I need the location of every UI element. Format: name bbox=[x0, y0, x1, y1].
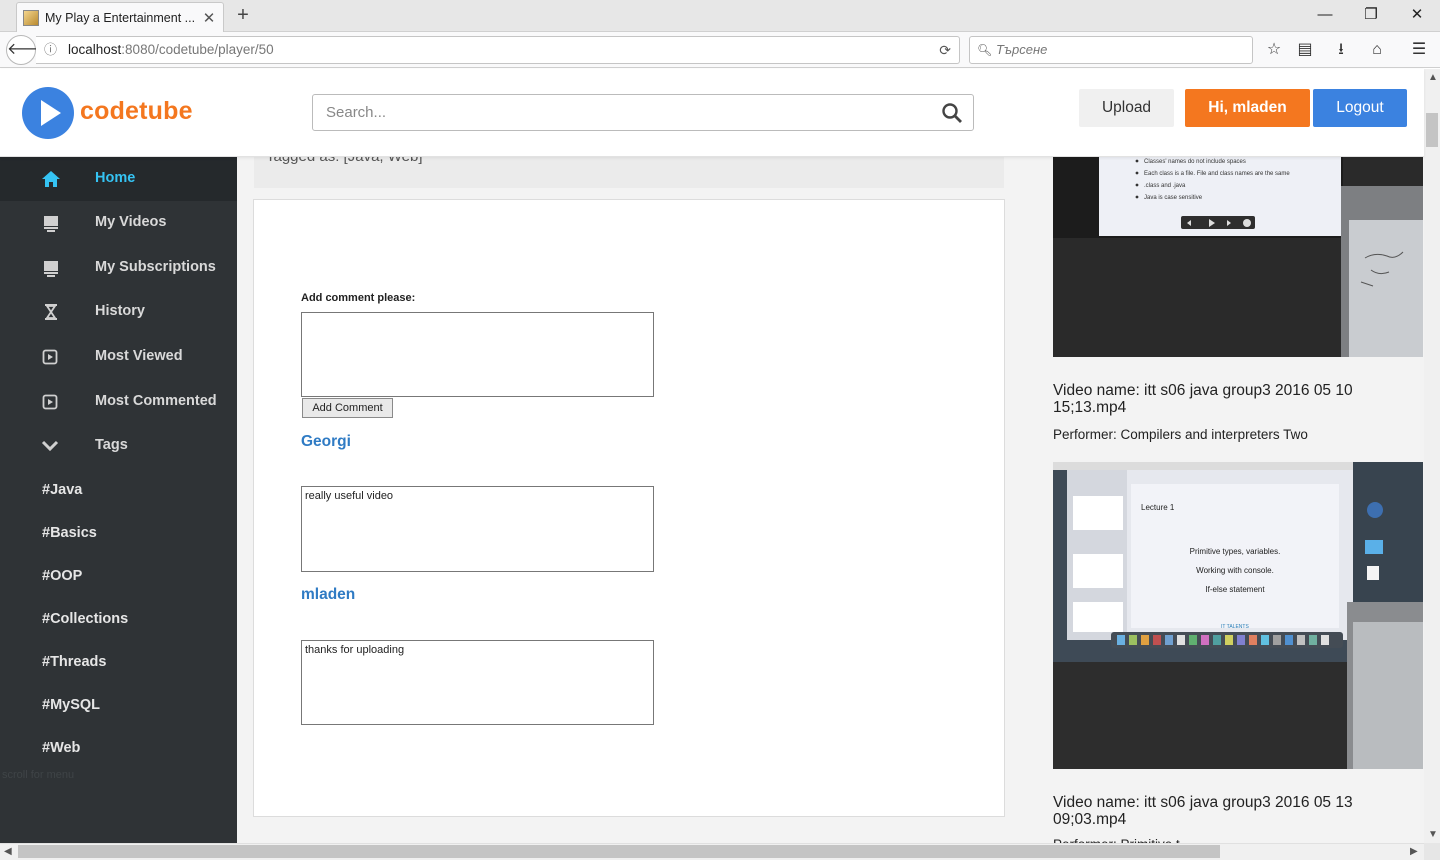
monitor-icon bbox=[44, 261, 58, 277]
user-greeting-button[interactable]: Hi, mladen bbox=[1185, 89, 1310, 127]
tag-link-collections[interactable]: #Collections bbox=[42, 611, 128, 627]
home-icon bbox=[42, 171, 60, 187]
sidebar-item-label: Most Viewed bbox=[95, 348, 183, 364]
tag-link-threads[interactable]: #Threads bbox=[42, 654, 106, 670]
slide-brand: IT TALENTS bbox=[1221, 624, 1249, 630]
sidebar-item-most-commented[interactable]: Most Commented bbox=[0, 380, 237, 424]
sidebar-item-most-viewed[interactable]: Most Viewed bbox=[0, 335, 237, 379]
scrollbar-corner bbox=[1424, 843, 1440, 860]
comment-text: thanks for uploading bbox=[301, 640, 654, 725]
slide-bullet: Java is case sensitive bbox=[1144, 195, 1203, 201]
slide-line: If-else statement bbox=[1205, 585, 1265, 594]
monitor-icon bbox=[44, 216, 58, 232]
upload-button[interactable]: Upload bbox=[1079, 89, 1174, 127]
horizontal-scrollbar-thumb[interactable] bbox=[18, 845, 1220, 858]
chevron-down-icon bbox=[41, 440, 59, 452]
sidebar-item-label: History bbox=[95, 303, 145, 319]
menu-icon[interactable]: ☰ bbox=[1406, 36, 1432, 64]
search-icon[interactable] bbox=[941, 102, 963, 124]
close-tab-icon[interactable]: ✕ bbox=[201, 9, 217, 27]
scroll-down-arrow-icon[interactable]: ▼ bbox=[1428, 829, 1438, 840]
logo-play-icon[interactable] bbox=[22, 87, 74, 139]
scroll-right-arrow-icon[interactable]: ▶ bbox=[1410, 846, 1418, 857]
sidebar: Home My Videos My Subscriptions History … bbox=[0, 157, 237, 843]
close-window-button[interactable]: ✕ bbox=[1394, 0, 1440, 30]
browser-search-box[interactable]: 🔍︎ Търсене bbox=[969, 36, 1253, 64]
reading-list-icon[interactable]: ▤ bbox=[1292, 36, 1318, 64]
tab-title: My Play a Entertainment ... bbox=[45, 10, 196, 25]
comment-author-link[interactable]: mladen bbox=[301, 586, 355, 604]
sidebar-item-tags[interactable]: Tags bbox=[0, 424, 237, 468]
tag-link-java[interactable]: #Java bbox=[42, 482, 82, 498]
browser-tab[interactable]: My Play a Entertainment ... ✕ bbox=[16, 2, 224, 32]
site-header: codetube Search... Upload Hi, mladen Log… bbox=[0, 69, 1424, 157]
video-name[interactable]: Video name: itt s06 java group3 2016 05 … bbox=[1053, 794, 1383, 828]
lecture-slide-thumbnail: Lecture 1 Primitive types, variables. Wo… bbox=[1053, 462, 1423, 769]
logout-button[interactable]: Logout bbox=[1313, 89, 1407, 127]
comment-author-link[interactable]: Georgi bbox=[301, 433, 351, 451]
site-info-icon[interactable]: ⓘ bbox=[44, 37, 57, 63]
comment-text: really useful video bbox=[301, 486, 654, 572]
sidebar-item-history[interactable]: History bbox=[0, 290, 237, 334]
video-thumbnail[interactable]: Classes' names do not include spaces Eac… bbox=[1053, 150, 1423, 357]
browser-nav-bar: 🡐 ⓘ localhost:8080/codetube/player/50 ⟳ … bbox=[0, 32, 1440, 68]
browser-tab-bar: My Play a Entertainment ... ✕ + — ❐ ✕ bbox=[0, 0, 1440, 32]
slide-bullet: Classes' names do not include spaces bbox=[1144, 159, 1246, 165]
slide-bullet: .class and .java bbox=[1144, 183, 1186, 189]
sidebar-item-home[interactable]: Home bbox=[0, 157, 237, 201]
slide-title: Lecture 1 bbox=[1141, 503, 1175, 512]
sidebar-item-label: My Subscriptions bbox=[95, 259, 216, 275]
vertical-scrollbar-thumb[interactable] bbox=[1426, 113, 1438, 147]
lecture-slide-thumbnail: Classes' names do not include spaces Eac… bbox=[1053, 150, 1423, 357]
tag-link-web[interactable]: #Web bbox=[42, 740, 80, 756]
tag-link-mysql[interactable]: #MySQL bbox=[42, 697, 100, 713]
sidebar-item-label: Home bbox=[95, 170, 136, 186]
add-comment-label: Add comment please: bbox=[301, 292, 416, 304]
new-tab-button[interactable]: + bbox=[232, 4, 254, 26]
tag-link-basics[interactable]: #Basics bbox=[42, 525, 97, 541]
slide-bullet: Each class is a file. File and class nam… bbox=[1144, 171, 1290, 177]
video-performer: Performer: Compilers and interpreters Tw… bbox=[1053, 427, 1308, 442]
comment-input[interactable] bbox=[301, 312, 654, 397]
sidebar-item-my-videos[interactable]: My Videos bbox=[0, 201, 237, 245]
site-search-input[interactable]: Search... bbox=[312, 94, 974, 131]
sidebar-item-label: My Videos bbox=[95, 214, 167, 230]
hourglass-icon bbox=[45, 304, 57, 320]
vertical-scrollbar[interactable] bbox=[1424, 69, 1440, 843]
favicon-icon bbox=[23, 9, 39, 26]
add-comment-button[interactable]: Add Comment bbox=[302, 398, 393, 418]
reload-icon[interactable]: ⟳ bbox=[939, 37, 951, 63]
video-thumbnail[interactable]: Lecture 1 Primitive types, variables. Wo… bbox=[1053, 462, 1423, 769]
back-button[interactable]: 🡐 bbox=[6, 35, 50, 65]
search-icon: 🔍︎ bbox=[977, 43, 993, 57]
sidebar-item-my-subscriptions[interactable]: My Subscriptions bbox=[0, 246, 237, 290]
slide-line: Working with console. bbox=[1196, 566, 1274, 575]
home-page-icon[interactable]: ⌂ bbox=[1364, 36, 1390, 64]
sidebar-item-label: Tags bbox=[95, 437, 128, 453]
slide-line: Primitive types, variables. bbox=[1190, 547, 1281, 556]
bookmark-star-icon[interactable]: ☆ bbox=[1261, 36, 1287, 64]
restore-window-button[interactable]: ❐ bbox=[1348, 0, 1394, 30]
scroll-up-arrow-icon[interactable]: ▲ bbox=[1428, 72, 1438, 83]
search-placeholder: Search... bbox=[326, 104, 387, 121]
sidebar-ghost-text: scroll for menu bbox=[2, 769, 75, 781]
tag-link-oop[interactable]: #OOP bbox=[42, 568, 82, 584]
downloads-icon[interactable]: ⭳ bbox=[1328, 36, 1354, 64]
address-bar[interactable]: ⓘ localhost:8080/codetube/player/50 ⟳ bbox=[36, 36, 960, 64]
play-square-icon bbox=[42, 349, 58, 365]
video-name[interactable]: Video name: itt s06 java group3 2016 05 … bbox=[1053, 382, 1383, 416]
play-square-icon bbox=[42, 394, 58, 410]
sidebar-item-label: Most Commented bbox=[95, 393, 217, 409]
url-text: localhost:8080/codetube/player/50 bbox=[68, 42, 274, 57]
minimize-window-button[interactable]: — bbox=[1302, 0, 1348, 30]
scroll-left-arrow-icon[interactable]: ◀ bbox=[4, 846, 12, 857]
logo-text[interactable]: codetube bbox=[80, 97, 193, 126]
